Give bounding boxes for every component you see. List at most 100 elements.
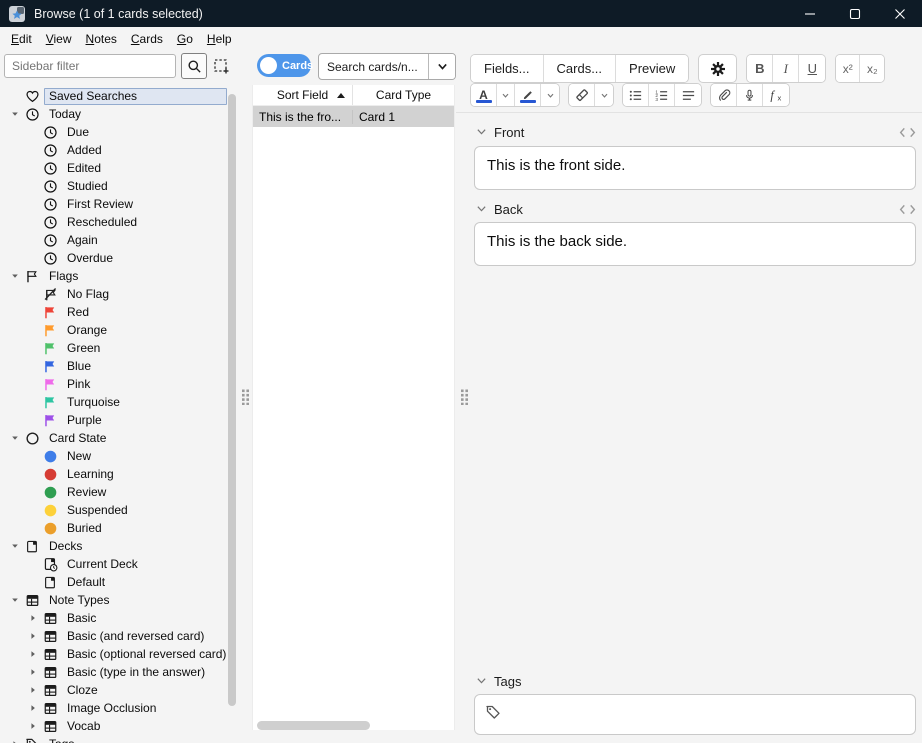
minimize-button[interactable] xyxy=(787,0,832,27)
caret-down-icon[interactable] xyxy=(6,430,23,446)
search-input[interactable] xyxy=(319,54,428,79)
highlight-color-button[interactable] xyxy=(515,84,541,106)
sidebar-item-purple[interactable]: Purple xyxy=(0,411,227,429)
sidebar-item-blue[interactable]: Blue xyxy=(0,357,227,375)
attach-media-button[interactable] xyxy=(711,84,737,106)
caret-right-icon[interactable] xyxy=(24,700,41,716)
front-field-input[interactable]: This is the front side. xyxy=(474,146,916,190)
sidebar-scrollbar[interactable] xyxy=(228,94,236,706)
sidebar-item-green[interactable]: Green xyxy=(0,339,227,357)
sidebar-item-review[interactable]: Review xyxy=(0,483,227,501)
column-header-card-type[interactable]: Card Type xyxy=(353,85,454,105)
sidebar-item-suspended[interactable]: Suspended xyxy=(0,501,227,519)
text-color-button[interactable]: A xyxy=(471,84,497,106)
sidebar-item-saved-searches[interactable]: Saved Searches xyxy=(0,87,227,105)
italic-button[interactable]: I xyxy=(773,55,800,82)
sidebar-item-cloze[interactable]: Cloze xyxy=(0,681,227,699)
collapse-chevron-icon[interactable] xyxy=(476,128,487,136)
sidebar-filter-input[interactable] xyxy=(4,54,176,78)
bullet-list-button[interactable] xyxy=(623,84,649,106)
remove-formatting-dropdown[interactable] xyxy=(595,84,613,106)
caret-right-icon[interactable] xyxy=(6,736,23,743)
subscript-button[interactable]: x₂ xyxy=(860,55,885,82)
menu-help[interactable]: Help xyxy=(200,30,239,48)
sidebar-item-first-review[interactable]: First Review xyxy=(0,195,227,213)
sidebar-item-orange[interactable]: Orange xyxy=(0,321,227,339)
highlight-color-dropdown[interactable] xyxy=(541,84,559,106)
sidebar-item-today[interactable]: Today xyxy=(0,105,227,123)
table-horizontal-scrollbar[interactable] xyxy=(257,721,370,730)
preview-button[interactable]: Preview xyxy=(616,55,689,82)
column-header-sort-field[interactable]: Sort Field xyxy=(253,85,353,105)
menu-cards[interactable]: Cards xyxy=(124,30,170,48)
menu-notes[interactable]: Notes xyxy=(79,30,124,48)
html-editor-toggle[interactable] xyxy=(899,204,916,215)
caret-right-icon[interactable] xyxy=(24,628,41,644)
sidebar-item-learning[interactable]: Learning xyxy=(0,465,227,483)
remove-formatting-button[interactable] xyxy=(569,84,595,106)
sidebar-item-studied[interactable]: Studied xyxy=(0,177,227,195)
sidebar-item-edited[interactable]: Edited xyxy=(0,159,227,177)
cards-button[interactable]: Cards... xyxy=(543,55,617,82)
sidebar-item-overdue[interactable]: Overdue xyxy=(0,249,227,267)
caret-right-icon[interactable] xyxy=(24,718,41,734)
sidebar-item-again[interactable]: Again xyxy=(0,231,227,249)
sidebar-item-decks[interactable]: Decks xyxy=(0,537,227,555)
sidebar-item-card-state[interactable]: Card State xyxy=(0,429,227,447)
sidebar-item-no-flag[interactable]: No Flag xyxy=(0,285,227,303)
underline-button[interactable]: U xyxy=(799,55,826,82)
caret-right-icon[interactable] xyxy=(24,682,41,698)
splitter-handle-left[interactable] xyxy=(241,389,250,406)
sidebar-item-basic[interactable]: Basic xyxy=(0,609,227,627)
tags-input[interactable] xyxy=(508,704,905,721)
sidebar-item-image-occlusion[interactable]: Image Occlusion xyxy=(0,699,227,717)
sidebar-item-turquoise[interactable]: Turquoise xyxy=(0,393,227,411)
sidebar-item-due[interactable]: Due xyxy=(0,123,227,141)
sidebar-item-note-types[interactable]: Note Types xyxy=(0,591,227,609)
caret-down-icon[interactable] xyxy=(6,106,23,122)
splitter-handle-right[interactable] xyxy=(460,389,469,406)
record-audio-button[interactable] xyxy=(737,84,763,106)
sidebar-item-current-deck[interactable]: Current Deck xyxy=(0,555,227,573)
close-button[interactable] xyxy=(877,0,922,27)
text-color-dropdown[interactable] xyxy=(497,84,515,106)
sidebar-item-buried[interactable]: Buried xyxy=(0,519,227,537)
maximize-button[interactable] xyxy=(832,0,877,27)
sidebar-item-rescheduled[interactable]: Rescheduled xyxy=(0,213,227,231)
sidebar-item-red[interactable]: Red xyxy=(0,303,227,321)
caret-right-icon[interactable] xyxy=(24,664,41,680)
sidebar-item-basic-optional-reversed-card[interactable]: Basic (optional reversed card) xyxy=(0,645,227,663)
caret-right-icon[interactable] xyxy=(24,646,41,662)
table-row[interactable]: This is the fro... Card 1 xyxy=(253,106,454,127)
collapse-chevron-icon[interactable] xyxy=(476,677,487,685)
search-history-button[interactable] xyxy=(428,54,455,79)
fields-button[interactable]: Fields... xyxy=(471,55,544,82)
caret-right-icon[interactable] xyxy=(24,610,41,626)
menu-view[interactable]: View xyxy=(39,30,79,48)
collapse-chevron-icon[interactable] xyxy=(476,205,487,213)
alignment-button[interactable] xyxy=(675,84,701,106)
menu-go[interactable]: Go xyxy=(170,30,200,48)
select-notes-button[interactable] xyxy=(210,55,233,78)
cards-notes-toggle[interactable]: Cards xyxy=(257,54,313,77)
sidebar-item-flags[interactable]: Flags xyxy=(0,267,227,285)
numbered-list-button[interactable]: 123 xyxy=(649,84,675,106)
caret-down-icon[interactable] xyxy=(6,538,23,554)
menu-edit[interactable]: Edit xyxy=(4,30,39,48)
sidebar-item-basic-type-in-the-answer[interactable]: Basic (type in the answer) xyxy=(0,663,227,681)
sidebar-item-new[interactable]: New xyxy=(0,447,227,465)
sidebar-item-default[interactable]: Default xyxy=(0,573,227,591)
sidebar-item-added[interactable]: Added xyxy=(0,141,227,159)
search-button[interactable] xyxy=(181,53,207,79)
math-function-button[interactable]: fx xyxy=(763,84,789,106)
caret-down-icon[interactable] xyxy=(6,268,23,284)
editor-settings-button[interactable] xyxy=(698,54,738,83)
back-field-input[interactable]: This is the back side. xyxy=(474,222,916,266)
sidebar-item-basic-and-reversed-card[interactable]: Basic (and reversed card) xyxy=(0,627,227,645)
html-editor-toggle[interactable] xyxy=(899,127,916,138)
bold-button[interactable]: B xyxy=(747,55,774,82)
sidebar-item-pink[interactable]: Pink xyxy=(0,375,227,393)
sidebar-item-tags[interactable]: Tags xyxy=(0,735,227,743)
sidebar-item-vocab[interactable]: Vocab xyxy=(0,717,227,735)
caret-down-icon[interactable] xyxy=(6,592,23,608)
